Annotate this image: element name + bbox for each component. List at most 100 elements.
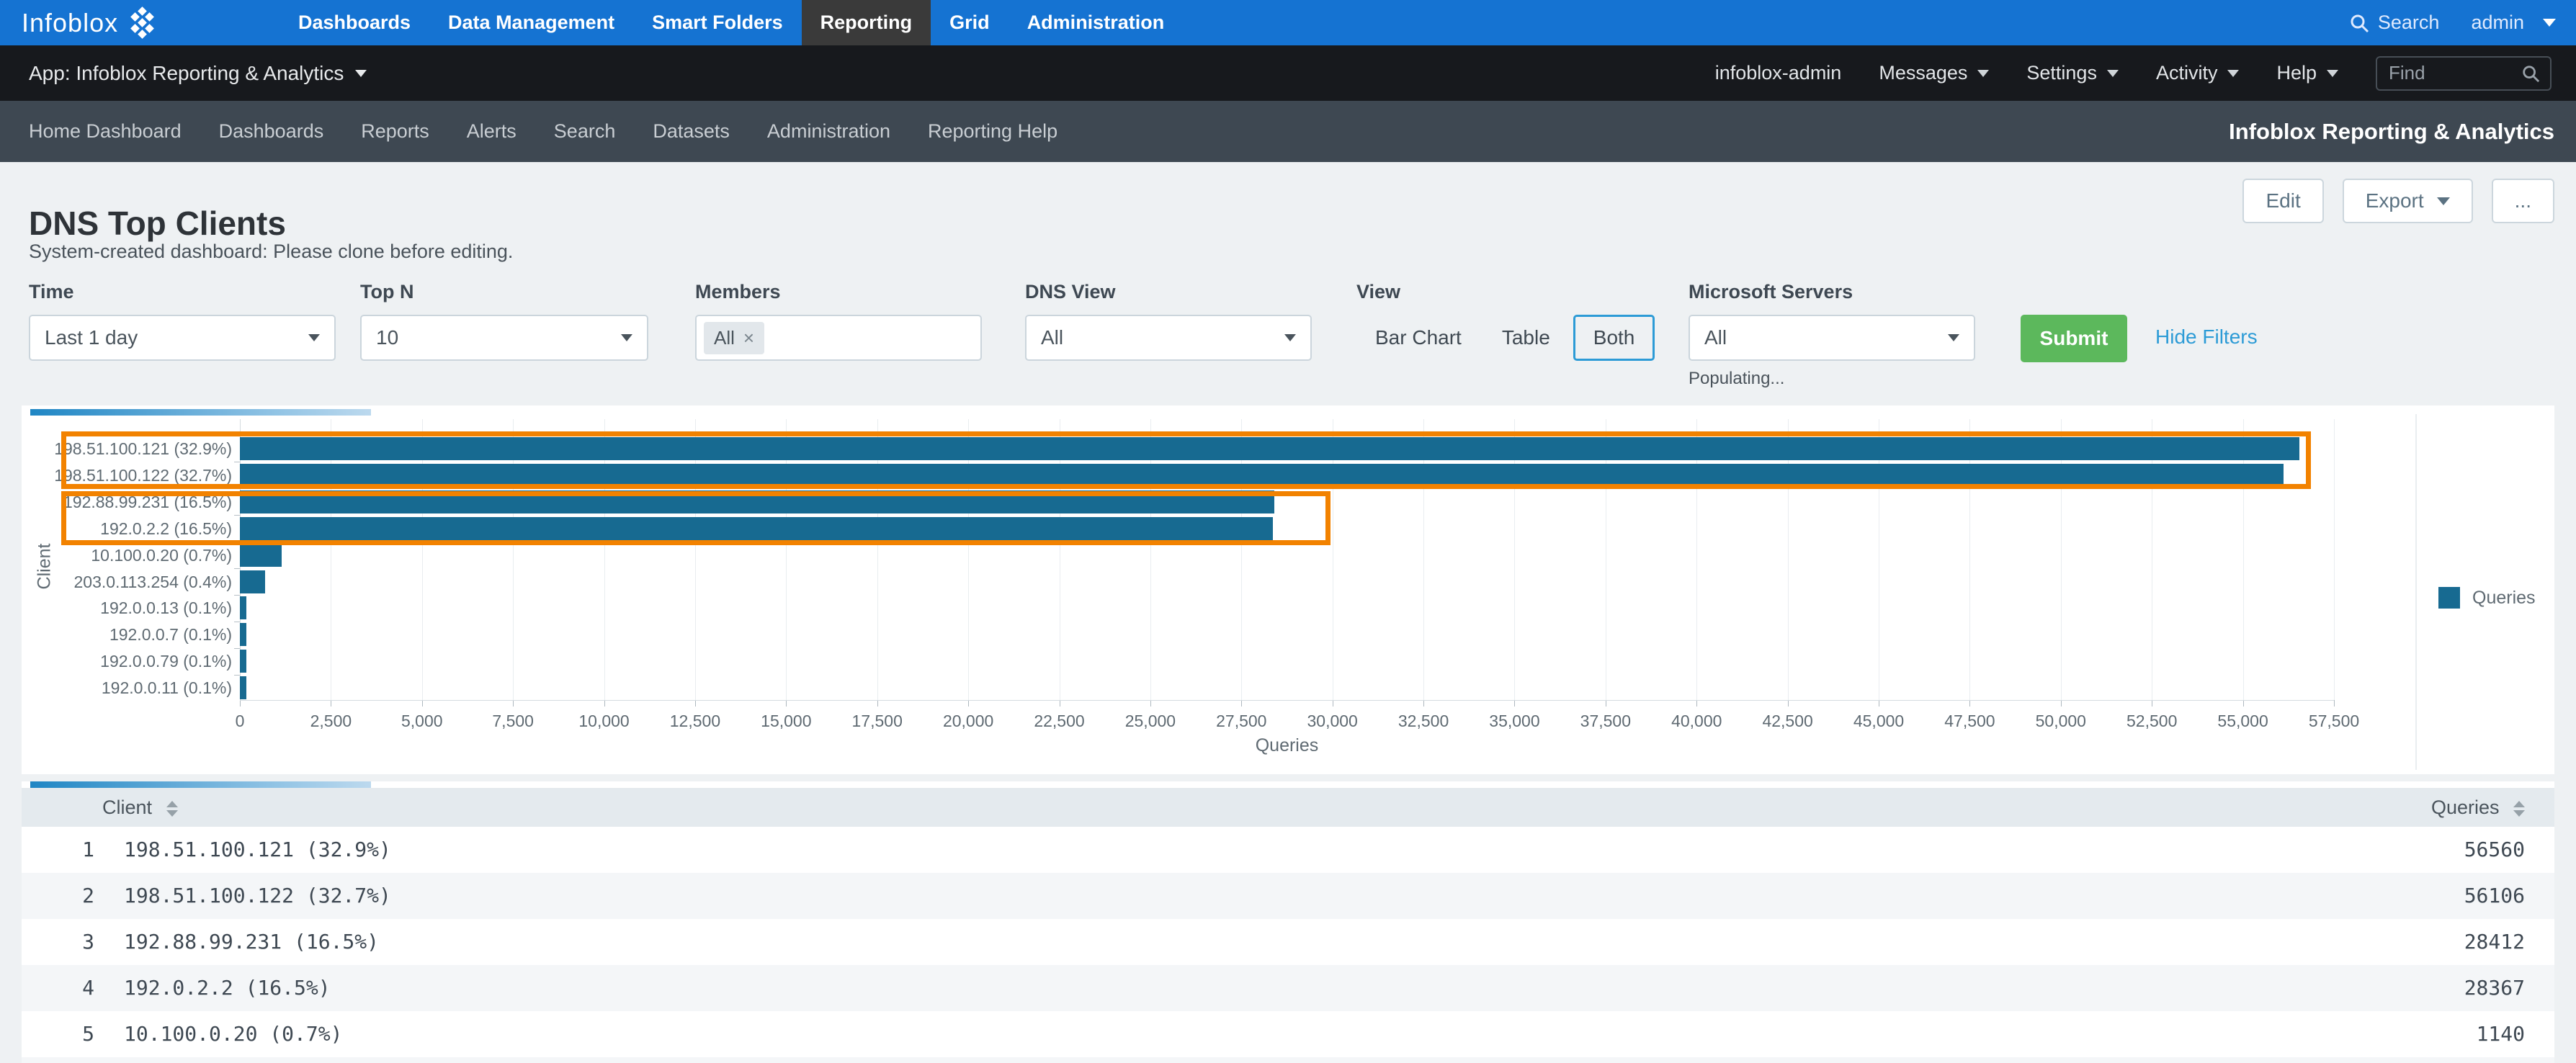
column-header-queries[interactable]: Queries [2431, 788, 2525, 827]
x-tick-label: 52,500 [2101, 712, 2202, 731]
row-client[interactable]: 192.0.2.2 (16.5%) [124, 965, 331, 1011]
submit-button[interactable]: Submit [2021, 315, 2127, 362]
topnav-item-dashboards[interactable]: Dashboards [279, 0, 429, 45]
x-tick-label: 27,500 [1191, 712, 1292, 731]
x-tick-mark [513, 700, 514, 707]
x-tick-mark [1150, 700, 1151, 707]
subnav-item-reports[interactable]: Reports [361, 120, 429, 143]
topnav-item-smart-folders[interactable]: Smart Folders [633, 0, 802, 45]
more-label: ... [2515, 189, 2531, 212]
x-tick-label: 40,000 [1646, 712, 1747, 731]
members-token[interactable]: All × [704, 322, 764, 354]
chevron-down-icon [1948, 334, 1959, 341]
column-header-client[interactable]: Client [102, 788, 178, 827]
subnav-item-administration[interactable]: Administration [767, 120, 890, 143]
appbar-menu-activity[interactable]: Activity [2156, 62, 2240, 84]
view-option-table[interactable]: Table [1502, 326, 1550, 349]
reporting-sub-nav: Home Dashboard Dashboards Reports Alerts Sea… [0, 101, 2576, 162]
row-queries[interactable]: 28412 [2464, 919, 2525, 965]
row-queries[interactable]: 56560 [2464, 827, 2525, 873]
members-input[interactable]: All × [695, 315, 982, 361]
topnav-item-data-management[interactable]: Data Management [429, 0, 633, 45]
edit-button[interactable]: Edit [2242, 179, 2323, 223]
appbar-menu-help[interactable]: Help [2276, 62, 2338, 84]
bar-192-0-0-11[interactable] [240, 676, 246, 699]
appbar-menu-settings[interactable]: Settings [2026, 62, 2119, 84]
edit-label: Edit [2266, 189, 2300, 212]
topnav-item-grid[interactable]: Grid [931, 0, 1009, 45]
gridline [2334, 419, 2335, 700]
table-row[interactable]: 4192.0.2.2 (16.5%)28367 [22, 965, 2554, 1011]
x-tick-label: 30,000 [1282, 712, 1383, 731]
view-option-bar-chart[interactable]: Bar Chart [1375, 326, 1462, 349]
table-row[interactable]: 1198.51.100.121 (32.9%)56560 [22, 827, 2554, 873]
x-tick-label: 22,500 [1009, 712, 1110, 731]
appbar-menu-messages[interactable]: Messages [1879, 62, 1989, 84]
view-option-both[interactable]: Both [1573, 315, 1655, 361]
x-tick-label: 17,500 [827, 712, 928, 731]
bar-10-100-0-20[interactable] [240, 544, 282, 567]
x-tick-mark [2061, 700, 2062, 707]
topnav-item-administration[interactable]: Administration [1009, 0, 1184, 45]
x-tick-label: 7,500 [462, 712, 563, 731]
search-icon [2349, 13, 2369, 33]
search-label: Search [2378, 12, 2440, 34]
row-rank: 3 [61, 919, 94, 965]
subnav-item-reporting-help[interactable]: Reporting Help [928, 120, 1057, 143]
remove-icon[interactable]: × [743, 327, 754, 349]
row-client[interactable]: 192.88.99.231 (16.5%) [124, 919, 379, 965]
app-bar-right: infoblox-admin Messages Settings Activity H… [1715, 45, 2552, 101]
user-menu[interactable]: admin [2471, 12, 2556, 34]
sub-nav-items: Home Dashboard Dashboards Reports Alerts Sea… [29, 101, 1057, 162]
bar-192-0-0-7[interactable] [240, 623, 246, 646]
view-filter-label: View [1356, 281, 1400, 303]
y-tick-mark [234, 595, 240, 596]
row-queries[interactable]: 56106 [2464, 873, 2525, 919]
page-subtitle: System-created dashboard: Please clone b… [29, 241, 513, 263]
loading-indicator [30, 409, 371, 416]
chevron-down-icon [621, 334, 632, 341]
time-select[interactable]: Last 1 day [29, 315, 336, 361]
topn-select[interactable]: 10 [360, 315, 648, 361]
y-tick-mark [234, 675, 240, 676]
app-selector[interactable]: App: Infoblox Reporting & Analytics [29, 45, 367, 101]
topnav-item-reporting[interactable]: Reporting [802, 0, 931, 45]
x-tick-label: 42,500 [1738, 712, 1838, 731]
table-row[interactable]: 3 192.88.99.231 (16.5%) 28412 [22, 919, 2554, 965]
row-client[interactable]: 198.51.100.121 (32.9%) [124, 827, 391, 873]
row-queries[interactable]: 1140 [2477, 1011, 2525, 1057]
subnav-item-dashboards[interactable]: Dashboards [219, 120, 324, 143]
activity-menu-label: Activity [2156, 62, 2218, 84]
app-bar-menus: Messages Settings Activity Help [1879, 62, 2338, 84]
msservers-select[interactable]: All [1689, 315, 1975, 361]
messages-menu-label: Messages [1879, 62, 1967, 84]
bar-192-0-0-13[interactable] [240, 596, 246, 619]
table-row[interactable]: 510.100.0.20 (0.7%)1140 [22, 1011, 2554, 1057]
find-box[interactable] [2376, 56, 2552, 91]
legend-label[interactable]: Queries [2472, 587, 2536, 609]
logged-in-user[interactable]: infoblox-admin [1715, 62, 1842, 84]
subnav-item-search[interactable]: Search [554, 120, 616, 143]
subnav-item-home-dashboard[interactable]: Home Dashboard [29, 120, 182, 143]
x-tick-label: 12,500 [645, 712, 746, 731]
infoblox-logo[interactable]: Infoblox [22, 0, 158, 45]
row-client[interactable]: 10.100.0.20 (0.7%) [124, 1011, 342, 1057]
global-search-button[interactable]: Search [2349, 12, 2440, 34]
find-input[interactable] [2387, 61, 2515, 85]
subnav-item-datasets[interactable]: Datasets [653, 120, 730, 143]
app-selector-label: App: Infoblox Reporting & Analytics [29, 62, 344, 85]
row-queries[interactable]: 28367 [2464, 965, 2525, 1011]
loading-indicator [30, 781, 371, 788]
subnav-item-alerts[interactable]: Alerts [467, 120, 516, 143]
hide-filters-link[interactable]: Hide Filters [2155, 326, 2258, 349]
bar-192-0-0-79[interactable] [240, 650, 246, 673]
bar-203-0-113-254[interactable] [240, 570, 265, 593]
export-button[interactable]: Export [2343, 179, 2473, 223]
dnsview-select-value: All [1041, 326, 1063, 349]
dnsview-select[interactable]: All [1025, 315, 1312, 361]
chevron-down-icon [2227, 70, 2239, 77]
more-actions-button[interactable]: ... [2492, 179, 2554, 223]
row-client[interactable]: 198.51.100.122 (32.7%) [124, 873, 391, 919]
table-row[interactable]: 2198.51.100.122 (32.7%)56106 [22, 873, 2554, 919]
x-tick-mark [695, 700, 696, 707]
